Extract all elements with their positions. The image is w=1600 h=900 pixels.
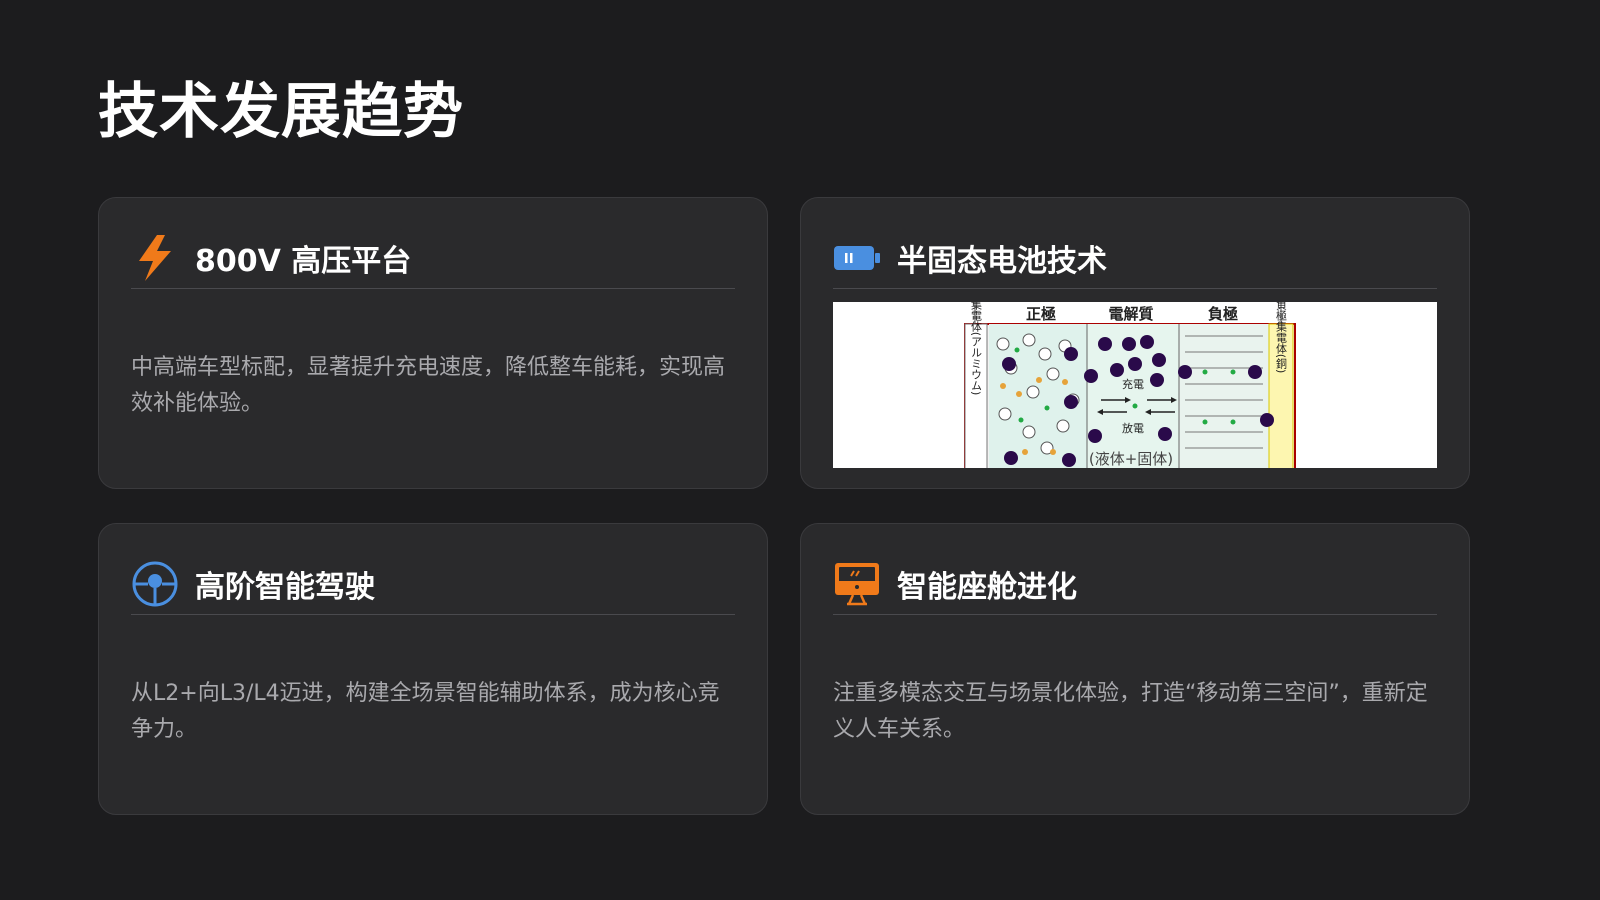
card-autonomous-driving: 高阶智能驾驶 从L2+向L3/L4迈进，构建全场景智能辅助体系，成为核心竞争力。 [98, 523, 768, 815]
card-header: 半固态电池技术 [833, 228, 1437, 289]
discharge-label: 放電 [1122, 421, 1144, 435]
card-title: 智能座舱进化 [897, 570, 1077, 605]
card-description: 注重多模态交互与场景化体验，打造“移动第三空间”，重新定义人车关系。 [833, 681, 1428, 742]
monitor-screen-icon [833, 560, 881, 608]
card-title: 半固态电池技术 [897, 244, 1107, 279]
card-header: 高阶智能驾驶 [131, 554, 735, 615]
steering-wheel-icon [131, 560, 179, 608]
battery-diagram-svg: 正極集電体(アルミウム) 負極集電体(銅) 正極 電解質 負極 充電 放電 (液… [964, 302, 1296, 468]
lightning-bolt-icon [131, 234, 179, 282]
card-description: 从L2+向L3/L4迈进，构建全场景智能辅助体系，成为核心竞争力。 [131, 681, 720, 742]
charge-label: 充電 [1122, 377, 1144, 391]
card-header: 智能座舱进化 [833, 554, 1437, 615]
state-label: (液体+固体) [1089, 450, 1173, 468]
page-title: 技术发展趋势 [98, 77, 464, 147]
card-description: 中高端车型标配，显著提升充电速度，降低整车能耗，实现高效补能体验。 [131, 355, 726, 416]
left-collector-label: 正極集電体(アルミウム) [970, 302, 983, 395]
card-smart-cockpit: 智能座舱进化 注重多模态交互与场景化体验，打造“移动第三空间”，重新定义人车关系… [800, 523, 1470, 815]
battery-structure-diagram: 正極集電体(アルミウム) 負極集電体(銅) 正極 電解質 負極 充電 放電 (液… [833, 302, 1437, 468]
right-collector-label: 負極集電体(銅) [1275, 302, 1288, 373]
anode-label: 負極 [1208, 305, 1238, 323]
card-800v: 800V 高压平台 中高端车型标配，显著提升充电速度，降低整车能耗，实现高效补能… [98, 197, 768, 489]
card-title: 800V 高压平台 [195, 244, 412, 279]
battery-icon [833, 234, 881, 282]
card-title: 高阶智能驾驶 [195, 570, 375, 605]
card-semi-solid-battery: 半固态电池技术 正極集電体(アルミウム) 負極集電体(銅) 正極 電解質 負極 [800, 197, 1470, 489]
card-header: 800V 高压平台 [131, 228, 735, 289]
cathode-label: 正極 [1026, 305, 1056, 323]
electrolyte-label: 電解質 [1108, 305, 1153, 323]
